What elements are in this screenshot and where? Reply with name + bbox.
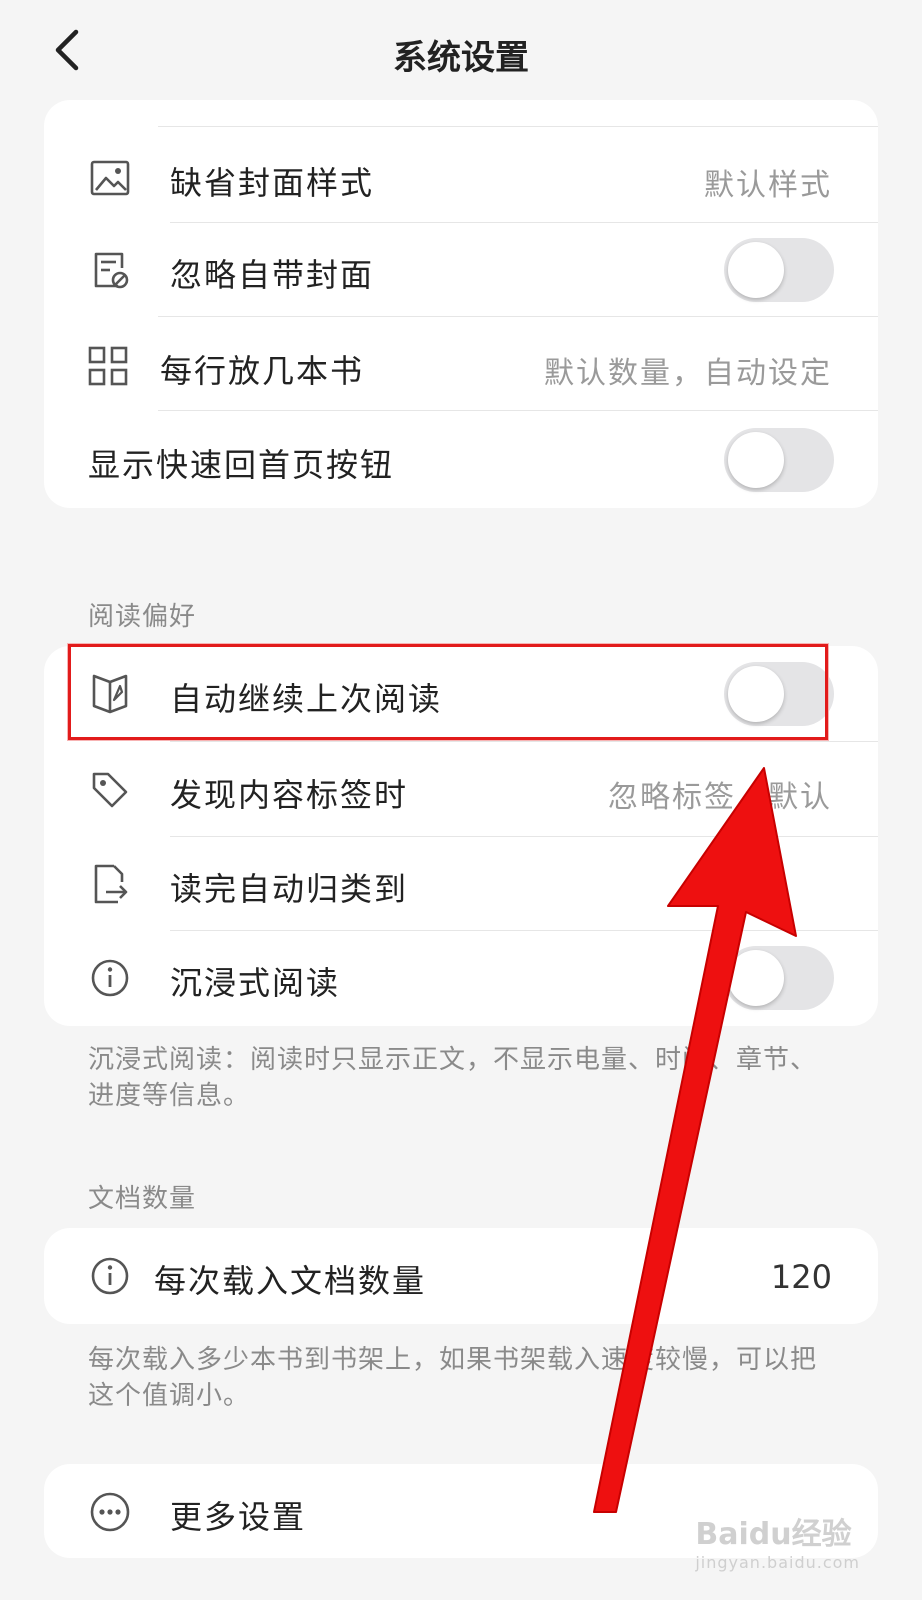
info-icon <box>91 959 129 997</box>
info-icon <box>91 1257 129 1295</box>
books-per-row-label: 每行放几本书 <box>160 352 365 390</box>
load-count-label: 每次载入文档数量 <box>154 1262 427 1300</box>
books-per-row-value: 默认数量，自动设定 <box>544 356 832 391</box>
toggle-knob <box>728 950 784 1006</box>
immersive-reading-note: 沉浸式阅读：阅读时只显示正文，不显示电量、时间、章节、进度等信息。 <box>88 1045 818 1111</box>
content-tag-row[interactable]: 发现内容标签时 忽略标签，默认 <box>44 742 878 838</box>
document-no-icon <box>94 252 129 289</box>
watermark-sub: jingyan.baidu.com <box>695 1553 860 1572</box>
more-settings-label: 更多设置 <box>170 1498 307 1536</box>
immersive-reading-toggle[interactable] <box>724 946 834 1010</box>
auto-category-row[interactable]: 读完自动归类到 <box>44 836 878 932</box>
toggle-knob <box>728 432 784 488</box>
documents-section-title: 文档数量 <box>88 1184 197 1214</box>
highlight-box <box>68 644 828 740</box>
watermark: Baidu经验 jingyan.baidu.com <box>695 1509 860 1572</box>
divider <box>158 410 878 411</box>
display-settings-card: 缺省封面样式 默认样式 忽略自带封面 每行放几本书 默认数量，自动设定 显示快速… <box>44 100 878 508</box>
ignore-cover-label: 忽略自带封面 <box>170 256 375 294</box>
load-count-row[interactable]: 每次载入文档数量 120 <box>44 1228 878 1324</box>
load-count-note: 每次载入多少本书到书架上，如果书架载入速度较慢，可以把这个值调小。 <box>88 1345 818 1411</box>
immersive-reading-row: 沉浸式阅读 <box>44 930 878 1026</box>
home-button-toggle[interactable] <box>724 428 834 492</box>
load-count-value: 120 <box>770 1258 832 1296</box>
tag-icon <box>92 772 128 808</box>
toggle-knob <box>728 242 784 298</box>
image-icon <box>90 160 130 196</box>
ignore-cover-toggle[interactable] <box>724 238 834 302</box>
file-export-icon <box>94 864 128 904</box>
books-per-row-row[interactable]: 每行放几本书 默认数量，自动设定 <box>44 318 878 414</box>
cover-style-label: 缺省封面样式 <box>170 164 375 202</box>
watermark-main: Baidu经验 <box>695 1517 852 1552</box>
grid-icon <box>88 346 128 386</box>
documents-card: 每次载入文档数量 120 <box>44 1228 878 1324</box>
auto-category-label: 读完自动归类到 <box>170 870 409 908</box>
immersive-reading-label: 沉浸式阅读 <box>170 964 341 1002</box>
home-button-row: 显示快速回首页按钮 <box>44 412 878 508</box>
navigation-bar: 系统设置 <box>0 0 922 100</box>
page-title: 系统设置 <box>393 38 529 78</box>
content-tag-value: 忽略标签，默认 <box>608 780 832 815</box>
ignore-cover-row: 忽略自带封面 <box>44 222 878 318</box>
home-button-label: 显示快速回首页按钮 <box>88 446 395 484</box>
divider <box>158 126 878 127</box>
content-tag-label: 发现内容标签时 <box>170 776 409 814</box>
cover-style-value: 默认样式 <box>704 168 832 203</box>
divider <box>158 316 878 317</box>
reading-section-title: 阅读偏好 <box>88 602 197 632</box>
more-icon <box>90 1492 130 1532</box>
cover-style-row[interactable]: 缺省封面样式 默认样式 <box>44 130 878 226</box>
